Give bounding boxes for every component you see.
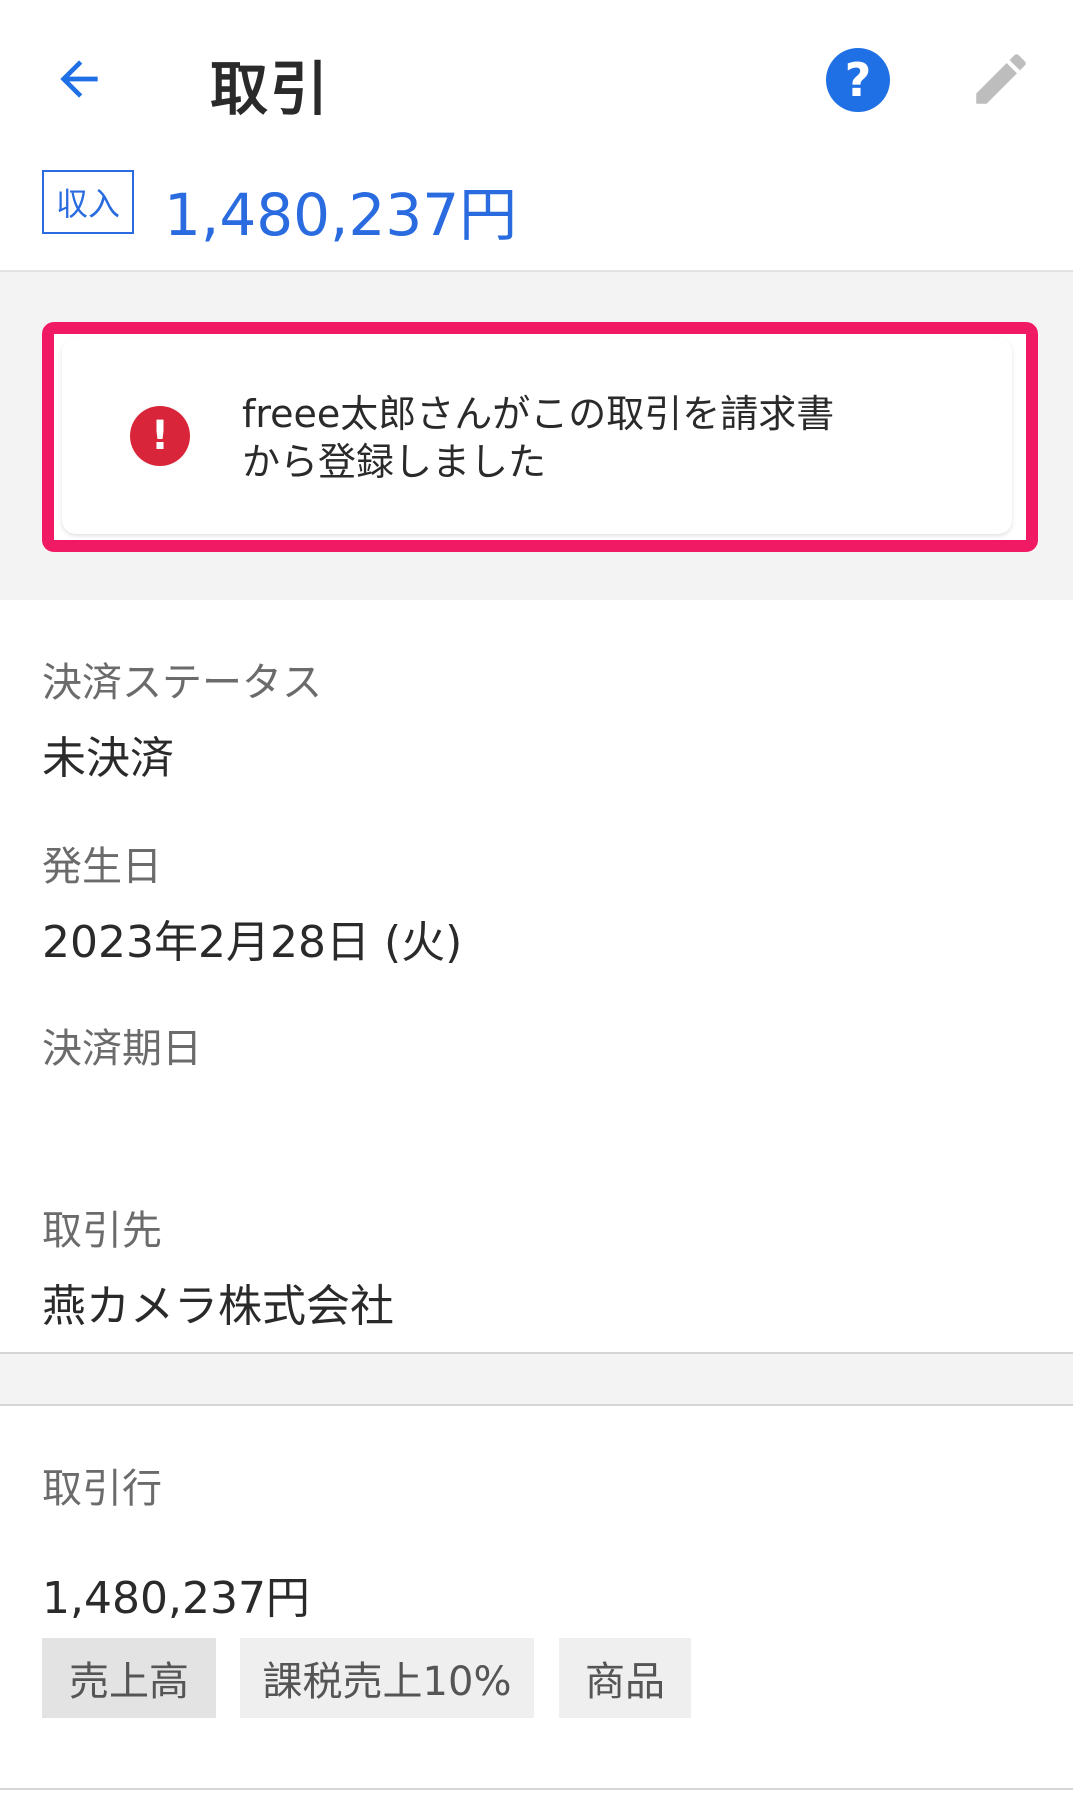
back-button[interactable] [44,44,114,114]
alert-icon: ! [130,406,190,466]
divider [0,1788,1073,1790]
partner-value: 燕カメラ株式会社 [42,1281,394,1332]
item-tag: 商品 [559,1638,691,1718]
payment-status-label: 決済ステータス [42,660,322,706]
page-title: 取引 [210,55,331,123]
pencil-icon [976,54,1026,104]
issue-date-label: 発生日 [42,844,162,890]
notice-line-2: から登録しました [242,440,547,484]
account-tag: 売上高 [42,1638,216,1718]
highlight-frame: ! freee太郎さんがこの取引を請求書 から登録しました [42,322,1038,552]
transaction-type-badge: 収入 [42,170,134,234]
partner-label: 取引先 [42,1208,162,1254]
tax-tag: 課税売上10% [240,1638,534,1718]
help-icon: ? [844,53,872,107]
payment-status-value: 未決済 [42,733,174,784]
notice-card: ! freee太郎さんがこの取引を請求書 から登録しました [62,338,1012,534]
issue-date-value: 2023年2月28日 (火) [42,917,463,968]
notice-line-1: freee太郎さんがこの取引を請求書 [242,392,835,436]
transaction-amount: 1,480,237円 [164,181,518,249]
transaction-lines-label: 取引行 [42,1466,162,1512]
arrow-left-icon [60,60,98,98]
section-separator [0,1352,1073,1406]
help-button[interactable]: ? [826,48,890,112]
notice-area: ! freee太郎さんがこの取引を請求書 から登録しました [0,272,1073,600]
due-date-label: 決済期日 [42,1026,202,1072]
notice-text: freee太郎さんがこの取引を請求書 から登録しました [242,390,902,486]
line-amount: 1,480,237円 [42,1573,310,1624]
edit-button[interactable] [968,46,1034,112]
app-header: 取引 ? 収入 1,480,237円 [0,0,1073,272]
